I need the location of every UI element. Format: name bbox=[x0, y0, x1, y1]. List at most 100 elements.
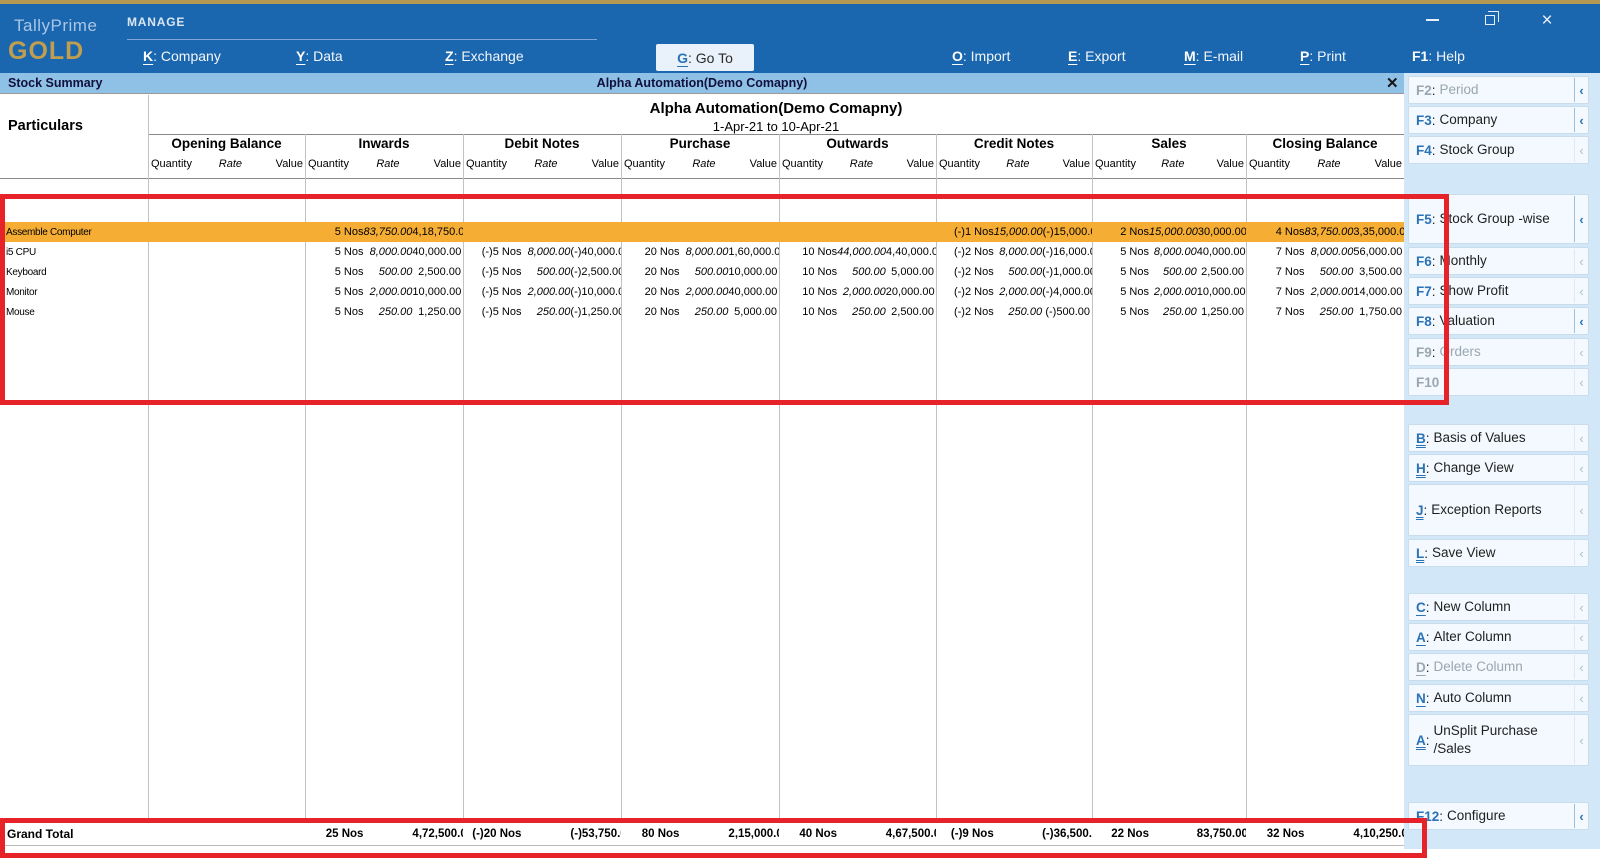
menu-item-e-mail[interactable]: M: E-mail bbox=[1184, 48, 1243, 64]
table-cell: 10 Nos2,000.0020,000.00 bbox=[779, 286, 936, 298]
close-icon[interactable]: × bbox=[1527, 8, 1567, 32]
menu-item-export[interactable]: E: Export bbox=[1068, 48, 1126, 64]
sidebar-n-auto-column[interactable]: N:Auto Column‹ bbox=[1408, 684, 1589, 712]
menu-item-help[interactable]: F1: Help bbox=[1412, 48, 1465, 64]
chevron-left-icon: ‹ bbox=[1574, 426, 1588, 450]
sidebar-f3-company[interactable]: F3:Company‹ bbox=[1408, 106, 1589, 134]
chevron-left-icon: ‹ bbox=[1574, 541, 1588, 565]
column-header: Sales bbox=[1092, 136, 1246, 158]
report-close-icon[interactable]: ✕ bbox=[1386, 74, 1399, 92]
stock-item-name: Keyboard bbox=[0, 267, 148, 278]
manage-menu-label[interactable]: MANAGE bbox=[127, 15, 185, 29]
stock-item-rows: Assemble Computer5 Nos83,750.004,18,750.… bbox=[0, 222, 1404, 322]
table-row[interactable]: Mouse5 Nos250.001,250.00(-)5 Nos250.00(-… bbox=[0, 302, 1404, 322]
stock-summary-report: Alpha Automation(Demo Comapny) 1-Apr-21 … bbox=[0, 94, 1404, 849]
chevron-left-icon: ‹ bbox=[1574, 196, 1588, 242]
restore-icon[interactable] bbox=[1470, 8, 1510, 32]
report-period: 1-Apr-21 to 10-Apr-21 bbox=[148, 119, 1404, 134]
chevron-left-icon: ‹ bbox=[1574, 249, 1588, 273]
chevron-left-icon: ‹ bbox=[1574, 78, 1588, 102]
table-cell: 2 Nos15,000.0030,000.00 bbox=[1092, 226, 1246, 238]
menu-item-exchange[interactable]: Z: Exchange bbox=[445, 48, 524, 64]
tallyprime-window: { "topbar": { "logo": { "line1": "TallyP… bbox=[0, 0, 1600, 849]
table-cell: 5 Nos2,000.0010,000.00 bbox=[305, 286, 463, 298]
menu-item-company[interactable]: K: Company bbox=[143, 48, 221, 64]
sidebar-c-new-column[interactable]: C:New Column‹ bbox=[1408, 593, 1589, 621]
sidebar-f10-button: F10‹ bbox=[1408, 368, 1589, 396]
subcolumn-labels: QuantityRateValue bbox=[621, 158, 779, 178]
menu-item-data[interactable]: Y: Data bbox=[296, 48, 343, 64]
subcolumn-labels: QuantityRateValue bbox=[1246, 158, 1404, 178]
sidebar-a-unsplit-purchase-sales[interactable]: A:UnSplit Purchase /Sales‹ bbox=[1408, 714, 1589, 766]
sidebar-f6-monthly[interactable]: F6:Monthly‹ bbox=[1408, 247, 1589, 275]
table-cell: 5 Nos8,000.0040,000.00 bbox=[305, 246, 463, 258]
table-cell: 5 Nos500.002,500.00 bbox=[1092, 266, 1246, 278]
table-cell: (-)2 Nos2,000.00(-)4,000.00 bbox=[936, 286, 1092, 298]
chevron-left-icon: ‹ bbox=[1574, 716, 1588, 764]
gold-edition-label: GOLD bbox=[8, 37, 84, 66]
stock-item-name: Monitor bbox=[0, 287, 148, 298]
chevron-left-icon: ‹ bbox=[1574, 138, 1588, 162]
table-cell: 4 Nos83,750.003,35,000.00 bbox=[1246, 226, 1404, 238]
subcolumn-labels: QuantityRateValue bbox=[1092, 158, 1246, 178]
subcolumn-labels: QuantityRateValue bbox=[463, 158, 621, 178]
table-cell: 7 Nos2,000.0014,000.00 bbox=[1246, 286, 1404, 298]
grand-total-cell: 32 Nos4,10,250.00 bbox=[1246, 828, 1404, 840]
grand-total-cell: (-)9 Nos(-)36,500.00 bbox=[936, 828, 1092, 840]
tallyprime-logo: TallyPrime bbox=[14, 16, 97, 36]
sidebar-f8-valuation[interactable]: F8:Valuation‹ bbox=[1408, 307, 1589, 335]
table-row[interactable]: i5 CPU5 Nos8,000.0040,000.00(-)5 Nos8,00… bbox=[0, 242, 1404, 262]
chevron-left-icon: ‹ bbox=[1574, 108, 1588, 132]
sidebar-f7-show-profit[interactable]: F7:Show Profit‹ bbox=[1408, 277, 1589, 305]
header-divider bbox=[148, 134, 1404, 135]
chevron-left-icon: ‹ bbox=[1574, 804, 1588, 828]
grand-total-label: Grand Total bbox=[0, 827, 148, 841]
table-cell: 7 Nos250.001,750.00 bbox=[1246, 306, 1404, 318]
subheader-divider bbox=[0, 178, 1404, 179]
menu-item-print[interactable]: P: Print bbox=[1300, 48, 1346, 64]
sidebar-h-change-view[interactable]: H:Change View‹ bbox=[1408, 454, 1589, 482]
table-cell: 20 Nos2,000.0040,000.00 bbox=[621, 286, 779, 298]
chevron-left-icon: ‹ bbox=[1574, 279, 1588, 303]
sidebar-f4-stock-group[interactable]: F4:Stock Group‹ bbox=[1408, 136, 1589, 164]
table-row[interactable]: Keyboard5 Nos500.002,500.00(-)5 Nos500.0… bbox=[0, 262, 1404, 282]
subcolumn-labels: QuantityRateValue bbox=[305, 158, 463, 178]
grand-total-cell: 80 Nos2,15,000.00 bbox=[621, 828, 779, 840]
stock-item-name: i5 CPU bbox=[0, 247, 148, 258]
function-key-sidebar: F2:Period‹F3:Company‹F4:Stock Group‹F5:S… bbox=[1404, 73, 1600, 849]
goto-button[interactable]: G: Go To bbox=[656, 44, 754, 71]
manage-underline bbox=[127, 39, 597, 40]
sidebar-a-alter-column[interactable]: A:Alter Column‹ bbox=[1408, 623, 1589, 651]
sidebar-b-basis-of-values[interactable]: B:Basis of Values‹ bbox=[1408, 424, 1589, 452]
top-bar: TallyPrime GOLD MANAGE K: Company Y: Data… bbox=[0, 0, 1600, 73]
sidebar-d-delete-column: D:Delete Column‹ bbox=[1408, 653, 1589, 681]
minimize-icon[interactable] bbox=[1412, 8, 1452, 32]
column-header: Debit Notes bbox=[463, 136, 621, 158]
table-cell: 7 Nos8,000.0056,000.00 bbox=[1246, 246, 1404, 258]
sidebar-j-exception-reports[interactable]: J:Exception Reports‹ bbox=[1408, 484, 1589, 536]
chevron-left-icon: ‹ bbox=[1574, 486, 1588, 534]
table-cell: 20 Nos500.0010,000.00 bbox=[621, 266, 779, 278]
sidebar-f5-stock-group-wise[interactable]: F5:Stock Group -wise‹ bbox=[1408, 194, 1589, 244]
table-cell: 20 Nos8,000.001,60,000.00 bbox=[621, 246, 779, 258]
chevron-left-icon: ‹ bbox=[1574, 686, 1588, 710]
column-group-headers: Opening BalanceInwardsDebit NotesPurchas… bbox=[0, 136, 1404, 158]
table-cell: 5 Nos500.002,500.00 bbox=[305, 266, 463, 278]
report-company-title: Alpha Automation(Demo Comapny) bbox=[148, 100, 1404, 117]
table-cell: (-)2 Nos8,000.00(-)16,000.00 bbox=[936, 246, 1092, 258]
column-header: Outwards bbox=[779, 136, 936, 158]
table-row[interactable]: Assemble Computer5 Nos83,750.004,18,750.… bbox=[0, 222, 1404, 242]
table-cell: (-)5 Nos500.00(-)2,500.00 bbox=[463, 266, 621, 278]
grand-total-cell: 40 Nos4,67,500.00 bbox=[779, 828, 936, 840]
table-row[interactable]: Monitor5 Nos2,000.0010,000.00(-)5 Nos2,0… bbox=[0, 282, 1404, 302]
menu-item-import[interactable]: O: Import bbox=[952, 48, 1010, 64]
sidebar-l-save-view[interactable]: L:Save View‹ bbox=[1408, 539, 1589, 567]
chevron-left-icon: ‹ bbox=[1574, 370, 1588, 394]
column-header: Inwards bbox=[305, 136, 463, 158]
table-cell: 10 Nos500.005,000.00 bbox=[779, 266, 936, 278]
subcolumn-labels: QuantityRateValue bbox=[779, 158, 936, 178]
table-cell: (-)2 Nos250.00(-)500.00 bbox=[936, 306, 1092, 318]
sidebar-f12-configure[interactable]: F12:Configure‹ bbox=[1408, 802, 1589, 830]
column-header: Credit Notes bbox=[936, 136, 1092, 158]
stock-item-name: Assemble Computer bbox=[0, 227, 148, 238]
